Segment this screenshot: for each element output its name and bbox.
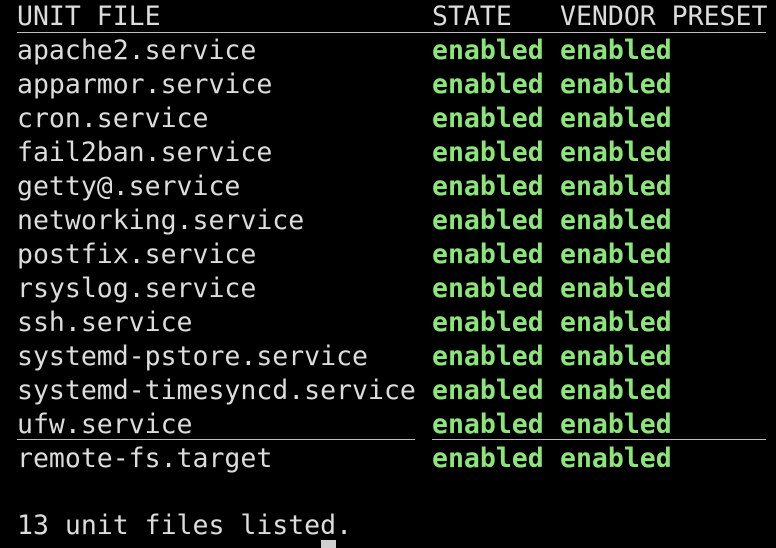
section-divider-unit [17,439,415,440]
table-row: rsyslog.service enabled enabled [0,272,672,306]
header-divider [17,32,766,33]
unit-state: enabled [432,239,544,270]
terminal-window: UNIT FILE STATE VENDOR PRESET apache2.se… [0,0,776,548]
unit-name: networking.service [17,205,305,236]
table-row: apparmor.service enabled enabled [0,68,672,102]
unit-state: enabled [432,409,544,440]
unit-name: postfix.service [17,239,257,270]
unit-name: rsyslog.service [17,273,257,304]
table-row: remote-fs.target enabled enabled [0,442,672,476]
unit-vendor-preset: enabled [560,69,672,100]
unit-name: getty@.service [17,171,241,202]
unit-count-summary: 13 unit files listed. [17,510,353,541]
unit-name: apache2.service [17,35,257,66]
unit-vendor-preset: enabled [560,171,672,202]
table-row: apache2.service enabled enabled [0,34,672,68]
header-unit-file: UNIT FILE [17,1,161,32]
unit-vendor-preset: enabled [560,273,672,304]
unit-name: ufw.service [17,409,193,440]
unit-state: enabled [432,307,544,338]
unit-state: enabled [432,69,544,100]
unit-vendor-preset: enabled [560,409,672,440]
unit-name: systemd-timesyncd.service [17,375,416,406]
table-row: networking.service enabled enabled [0,204,672,238]
unit-vendor-preset: enabled [560,35,672,66]
table-header: UNIT FILE STATE VENDOR PRESET [0,0,767,34]
unit-vendor-preset: enabled [560,205,672,236]
unit-vendor-preset: enabled [560,443,672,474]
unit-name: cron.service [17,103,209,134]
table-row: ssh.service enabled enabled [0,306,672,340]
unit-name: remote-fs.target [17,443,273,474]
table-row: postfix.service enabled enabled [0,238,672,272]
unit-name: systemd-pstore.service [17,341,368,372]
unit-vendor-preset: enabled [560,307,672,338]
unit-vendor-preset: enabled [560,341,672,372]
unit-state: enabled [432,273,544,304]
table-row: ufw.service enabled enabled [0,408,672,442]
unit-state: enabled [432,103,544,134]
unit-name: apparmor.service [17,69,273,100]
unit-state: enabled [432,205,544,236]
unit-state: enabled [432,375,544,406]
unit-state: enabled [432,341,544,372]
table-row: getty@.service enabled enabled [0,170,672,204]
section-divider-state [432,439,766,440]
unit-state: enabled [432,171,544,202]
table-row: systemd-timesyncd.service enabled enable… [0,374,672,408]
header-vendor-preset: VENDOR PRESET [560,1,768,32]
unit-name: ssh.service [17,307,193,338]
unit-name: fail2ban.service [17,137,273,168]
unit-vendor-preset: enabled [560,239,672,270]
unit-state: enabled [432,443,544,474]
unit-vendor-preset: enabled [560,375,672,406]
table-row: cron.service enabled enabled [0,102,672,136]
table-row: systemd-pstore.service enabled enabled [0,340,672,374]
table-row: fail2ban.service enabled enabled [0,136,672,170]
header-state: STATE [432,1,512,32]
unit-vendor-preset: enabled [560,137,672,168]
text-cursor [321,540,336,548]
unit-vendor-preset: enabled [560,103,672,134]
unit-state: enabled [432,35,544,66]
unit-state: enabled [432,137,544,168]
